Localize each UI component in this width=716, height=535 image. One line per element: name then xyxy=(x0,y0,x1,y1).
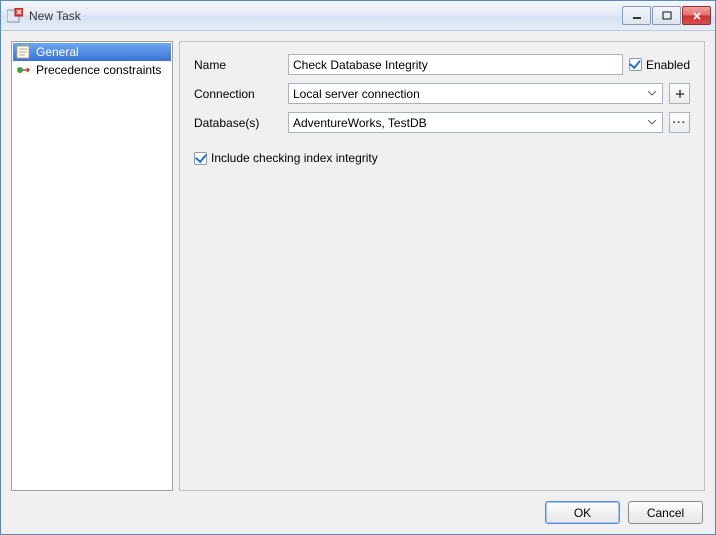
chevron-down-icon xyxy=(646,91,658,97)
index-integrity-label: Include checking index integrity xyxy=(211,151,378,165)
footer: OK Cancel xyxy=(11,499,705,524)
databases-label: Database(s) xyxy=(194,116,282,130)
databases-browse-button[interactable]: ··· xyxy=(669,112,690,133)
main-area: General Precedence constraints Name xyxy=(11,41,705,491)
general-icon xyxy=(16,44,32,60)
window-controls xyxy=(622,6,711,25)
ok-button[interactable]: OK xyxy=(545,501,620,524)
enabled-checkbox-wrapper[interactable]: Enabled xyxy=(629,58,690,72)
databases-row: Database(s) AdventureWorks, TestDB ··· xyxy=(194,112,690,133)
cancel-button[interactable]: Cancel xyxy=(628,501,703,524)
sidebar-item-label: General xyxy=(36,45,79,59)
sidebar-item-label: Precedence constraints xyxy=(36,63,161,77)
sidebar-item-general[interactable]: General xyxy=(13,43,171,61)
chevron-down-icon xyxy=(646,120,658,126)
client-area: General Precedence constraints Name xyxy=(1,31,715,534)
app-icon xyxy=(7,8,23,24)
databases-combo[interactable]: AdventureWorks, TestDB xyxy=(288,112,663,133)
index-integrity-wrapper[interactable]: Include checking index integrity xyxy=(194,151,690,165)
name-label: Name xyxy=(194,58,282,72)
connection-row: Connection Local server connection xyxy=(194,83,690,104)
minimize-button[interactable] xyxy=(622,6,651,25)
ellipsis-icon: ··· xyxy=(673,117,687,129)
enabled-checkbox[interactable] xyxy=(629,58,642,71)
connection-combo[interactable]: Local server connection xyxy=(288,83,663,104)
dialog-window: New Task xyxy=(0,0,716,535)
add-connection-button[interactable] xyxy=(669,83,690,104)
window-title: New Task xyxy=(29,9,622,23)
precedence-icon xyxy=(16,62,32,78)
name-input[interactable] xyxy=(288,54,623,75)
sidebar: General Precedence constraints xyxy=(11,41,173,491)
titlebar[interactable]: New Task xyxy=(1,1,715,31)
connection-label: Connection xyxy=(194,87,282,101)
content-panel: Name Enabled Connection Local server con… xyxy=(179,41,705,491)
databases-value: AdventureWorks, TestDB xyxy=(293,116,646,130)
maximize-button[interactable] xyxy=(652,6,681,25)
connection-value: Local server connection xyxy=(293,87,646,101)
sidebar-item-precedence[interactable]: Precedence constraints xyxy=(13,61,171,79)
close-button[interactable] xyxy=(682,6,711,25)
index-integrity-checkbox[interactable] xyxy=(194,152,207,165)
enabled-label: Enabled xyxy=(646,58,690,72)
name-row: Name Enabled xyxy=(194,54,690,75)
